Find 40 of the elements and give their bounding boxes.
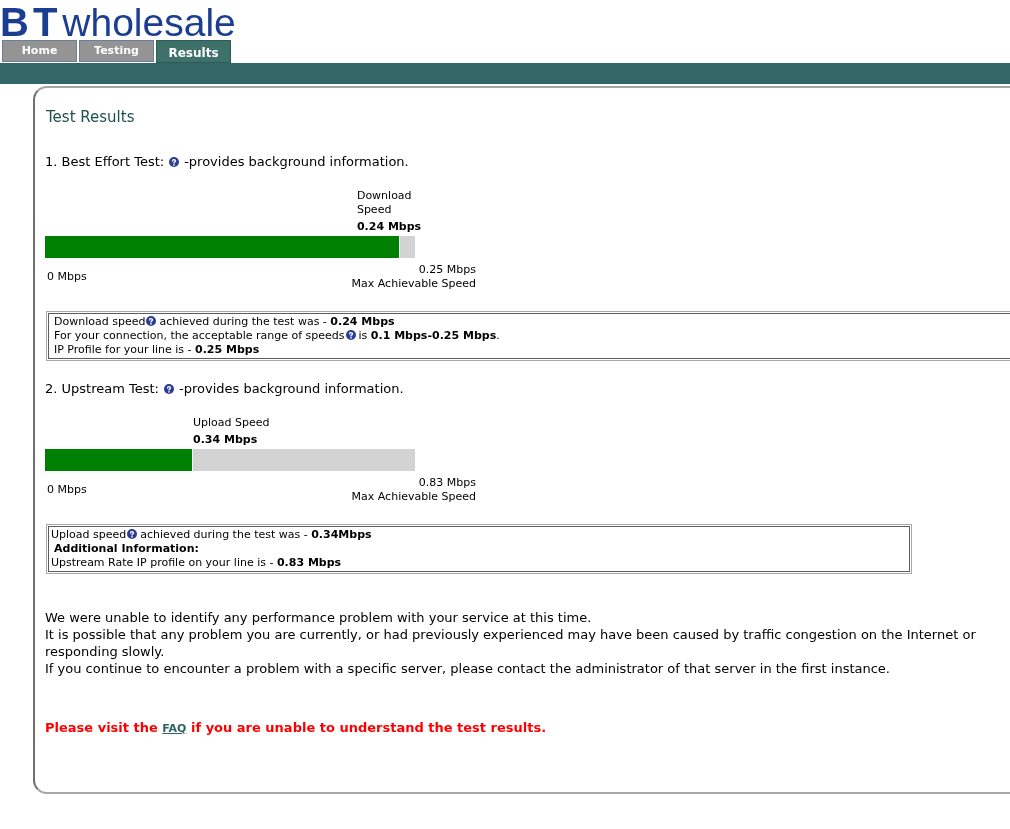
detail-text: achieved during the test was - 0.24 Mbps: [159, 315, 395, 328]
detail-text: Upstream Rate IP profile on your line is - 0.83 Mbps: [51, 556, 342, 569]
help-icon[interactable]: [164, 384, 174, 394]
message-text: responding slowly.: [45, 643, 166, 660]
help-icon[interactable]: [127, 529, 138, 539]
scale-max-label: Max Achievable Speed: [351, 490, 476, 504]
page-title: Test Results: [45, 108, 136, 126]
nav-tab[interactable]: Home: [2, 40, 77, 62]
help-icon[interactable]: [345, 330, 356, 340]
detail-text: IP Profile for your line is - 0.25 Mbps: [54, 343, 260, 356]
scale-min-label: 0 Mbps: [46, 270, 87, 284]
detail-text: Additional Information:: [54, 542, 199, 555]
help-icon[interactable]: [169, 157, 180, 167]
faq-notice: Please visit the FAQ if you are unable to understand the test results.: [45, 719, 548, 737]
speed-reading: 0.34 Mbps: [193, 433, 258, 447]
test-description: -provides background information.: [184, 154, 409, 169]
logo-text: wholesale: [62, 5, 236, 40]
detail-text: Upload speed: [51, 528, 127, 541]
test-heading: 2. Upstream Test:: [45, 381, 159, 396]
message-text: It is possible that any problem you are currently, or had previously experienced may have been caused by traffic congestion on the Internet or: [45, 626, 977, 643]
faq-link[interactable]: FAQ: [162, 722, 187, 735]
message-text: If you continue to encounter a problem with a specific server, please contact the administrator of that server in the first instance.: [45, 660, 891, 677]
test-description: -provides background information.: [179, 381, 404, 396]
speed-label: Upload Speed: [193, 416, 270, 430]
detail-text: For your connection, the acceptable range of speeds: [54, 329, 345, 342]
scale-min-label: 0 Mbps: [46, 483, 87, 497]
detail-text: achieved during the test was - 0.34Mbps: [140, 528, 372, 541]
logo-mark: BT: [0, 5, 62, 40]
test-heading: 1. Best Effort Test:: [45, 154, 165, 169]
nav-tab[interactable]: Testing: [79, 40, 154, 62]
nav-tab[interactable]: Results: [156, 40, 231, 63]
scale-max-reading: 0.25 Mbps: [418, 263, 476, 277]
detail-text: is 0.1 Mbps-0.25 Mbps.: [358, 329, 500, 342]
help-icon[interactable]: [146, 316, 157, 326]
speed-label: Download Speed: [356, 189, 413, 217]
detail-text: Download speed: [54, 315, 146, 328]
scale-max-label: Max Achievable Speed: [351, 277, 476, 291]
speed-reading: 0.24 Mbps: [356, 220, 422, 234]
message-text: We were unable to identify any performance problem with your service at this time.: [45, 609, 593, 626]
scale-max-reading: 0.83 Mbps: [418, 476, 476, 490]
